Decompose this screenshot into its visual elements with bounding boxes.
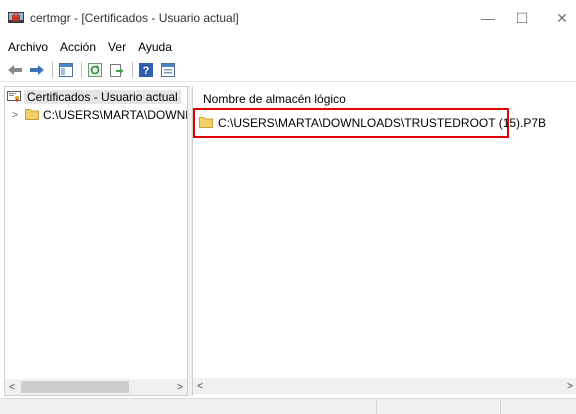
properties-icon[interactable] bbox=[159, 61, 177, 79]
result-pane: Nombre de almacén lógico C:\USERS\MARTA\… bbox=[192, 86, 576, 396]
menu-accion[interactable]: Acción bbox=[60, 40, 96, 54]
refresh-icon[interactable] bbox=[86, 61, 104, 79]
tree-root-item[interactable]: Certificados - Usuario actual bbox=[7, 89, 181, 105]
status-segment bbox=[376, 399, 500, 414]
certificates-store-icon bbox=[7, 89, 21, 106]
menu-archivo[interactable]: Archivo bbox=[8, 40, 48, 54]
toolbar-separator bbox=[81, 61, 82, 78]
show-hide-tree-icon[interactable] bbox=[57, 61, 75, 79]
list-item-label: C:\USERS\MARTA\DOWNLOADS\TRUSTEDROOT (15… bbox=[218, 116, 547, 130]
export-list-icon[interactable] bbox=[108, 61, 126, 79]
tree-root-label: Certificados - Usuario actual bbox=[24, 90, 181, 104]
menu-ayuda[interactable]: Ayuda bbox=[138, 40, 172, 54]
scroll-left-arrow[interactable]: < bbox=[193, 381, 207, 392]
scroll-left-arrow[interactable]: < bbox=[5, 382, 19, 393]
status-bar bbox=[0, 398, 576, 414]
help-icon[interactable]: ? bbox=[137, 61, 155, 79]
result-horizontal-scrollbar[interactable]: < > bbox=[193, 378, 576, 394]
window-title: certmgr - [Certificados - Usuario actual… bbox=[30, 11, 239, 25]
console-tree-pane: Certificados - Usuario actual > C:\USERS… bbox=[4, 86, 188, 396]
svg-text:?: ? bbox=[143, 65, 150, 77]
folder-icon bbox=[199, 116, 213, 131]
status-segment bbox=[500, 399, 576, 414]
back-arrow-icon[interactable] bbox=[6, 61, 24, 79]
title-bar: certmgr - [Certificados - Usuario actual… bbox=[0, 0, 576, 36]
scroll-right-arrow[interactable]: > bbox=[563, 381, 576, 392]
tree-horizontal-scrollbar[interactable]: < > bbox=[5, 379, 187, 395]
list-item-store[interactable]: C:\USERS\MARTA\DOWNLOADS\TRUSTEDROOT (15… bbox=[193, 108, 546, 138]
menu-ver[interactable]: Ver bbox=[108, 40, 126, 54]
expand-chevron-icon[interactable]: > bbox=[9, 110, 21, 121]
close-button[interactable]: ✕ bbox=[540, 0, 576, 36]
toolbar: ? bbox=[0, 58, 576, 82]
menu-bar: Archivo Acción Ver Ayuda bbox=[0, 36, 576, 58]
toolbar-separator bbox=[132, 61, 133, 78]
tree-child-item[interactable]: > C:\USERS\MARTA\DOWNLOA bbox=[9, 107, 187, 123]
forward-arrow-icon[interactable] bbox=[28, 61, 46, 79]
scroll-right-arrow[interactable]: > bbox=[173, 382, 187, 393]
toolbar-separator bbox=[52, 61, 53, 78]
maximize-button[interactable]: ☐ bbox=[500, 0, 544, 36]
scroll-thumb[interactable] bbox=[21, 381, 129, 393]
tree-child-label: C:\USERS\MARTA\DOWNLOA bbox=[43, 108, 187, 122]
certmgr-app-icon bbox=[8, 10, 24, 24]
folder-icon bbox=[25, 108, 39, 123]
column-header-logical-store[interactable]: Nombre de almacén lógico bbox=[203, 92, 346, 106]
